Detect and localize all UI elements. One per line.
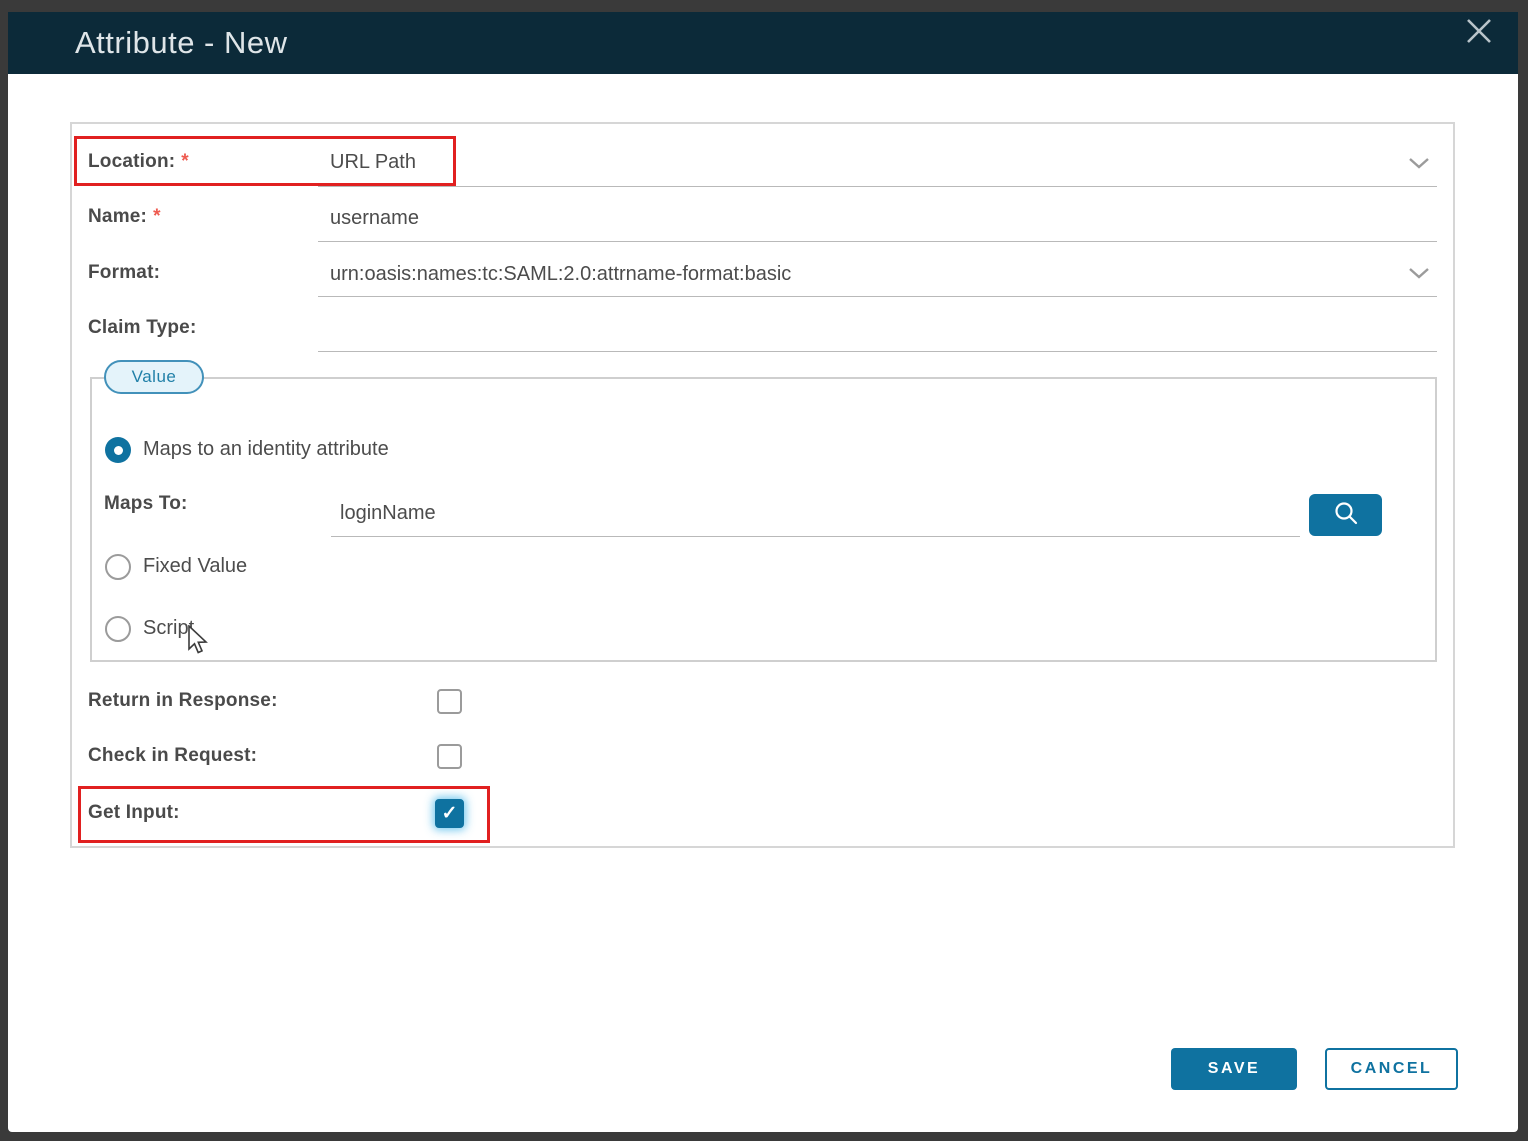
field-underline (331, 536, 1300, 537)
save-button[interactable]: SAVE (1171, 1048, 1297, 1090)
value-tab[interactable]: Value (104, 360, 204, 394)
field-underline (318, 186, 1437, 187)
radio-maps-to-identity-attribute[interactable] (105, 437, 131, 463)
dialog-header: Attribute - New (8, 12, 1518, 74)
required-asterisk: * (153, 206, 161, 227)
chevron-down-icon[interactable] (1408, 266, 1430, 280)
radio-label-script[interactable]: Script (143, 617, 194, 640)
return-in-response-checkbox[interactable] (437, 689, 462, 714)
search-icon (1331, 499, 1361, 532)
claim-type-label: Claim Type: (88, 317, 196, 339)
check-in-request-label: Check in Request: (88, 745, 257, 767)
search-button[interactable] (1309, 494, 1382, 536)
check-in-request-checkbox[interactable] (437, 744, 462, 769)
get-input-highlight-rect (78, 786, 490, 843)
radio-label-maps-to-identity-attribute[interactable]: Maps to an identity attribute (143, 438, 389, 461)
radio-dot (114, 446, 123, 455)
value-fieldset (90, 377, 1437, 662)
field-underline (318, 241, 1437, 242)
format-label: Format: (88, 262, 160, 284)
radio-script[interactable] (105, 616, 131, 642)
radio-fixed-value[interactable] (105, 554, 131, 580)
field-underline (318, 296, 1437, 297)
close-icon[interactable] (1458, 10, 1500, 52)
name-input[interactable]: username (330, 207, 419, 230)
name-label: Name:* (88, 206, 161, 228)
format-select-value[interactable]: urn:oasis:names:tc:SAML:2.0:attrname-for… (330, 263, 791, 286)
dialog-title: Attribute - New (75, 25, 288, 61)
radio-label-fixed-value[interactable]: Fixed Value (143, 555, 247, 578)
screen-backdrop: Attribute - New Location:* URL Path Name… (0, 0, 1528, 1141)
location-highlight-rect (74, 136, 456, 186)
maps-to-label: Maps To: (104, 493, 188, 515)
field-underline (318, 351, 1437, 352)
chevron-down-icon[interactable] (1408, 156, 1430, 170)
return-in-response-label: Return in Response: (88, 690, 278, 712)
maps-to-input[interactable]: loginName (340, 502, 436, 525)
cancel-button[interactable]: CANCEL (1325, 1048, 1458, 1090)
